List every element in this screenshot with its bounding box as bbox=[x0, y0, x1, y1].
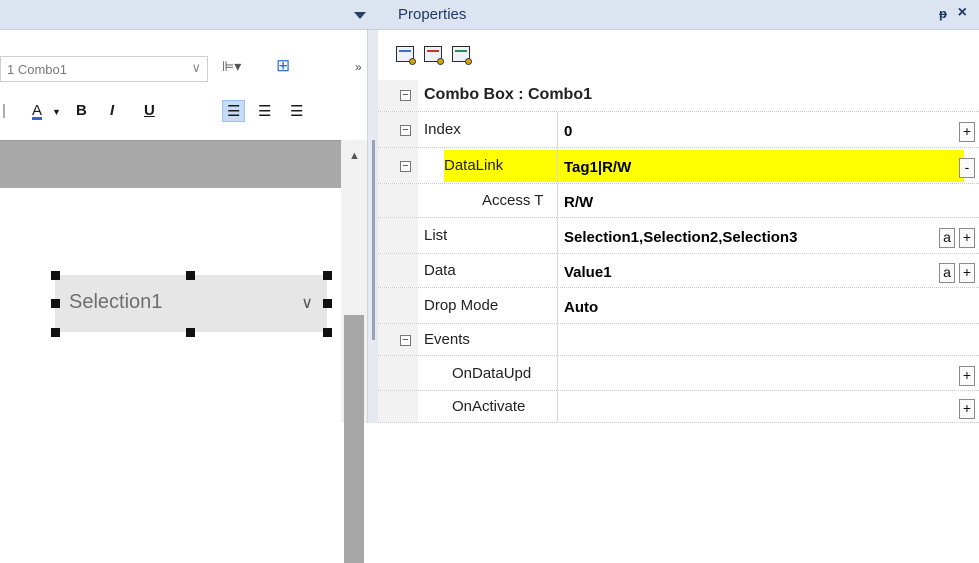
resize-handle[interactable] bbox=[51, 299, 60, 308]
property-row-list[interactable]: List Selection1,Selection2,Selection3 + a bbox=[378, 218, 979, 254]
property-row-onactivate[interactable]: OnActivate + bbox=[378, 391, 979, 423]
property-name: Access T bbox=[482, 192, 544, 209]
align-right-icon[interactable]: ☰ bbox=[290, 102, 303, 120]
canvas-ruler bbox=[0, 140, 367, 188]
pane-splitter[interactable] bbox=[367, 30, 378, 423]
properties-title: Properties bbox=[398, 6, 467, 23]
property-value[interactable]: R/W bbox=[564, 194, 593, 211]
format-toolbar: | A ▼ B I U ☰ ☰ ☰ bbox=[0, 94, 378, 134]
position-icon[interactable]: ⊞ bbox=[276, 56, 290, 76]
property-name: DataLink bbox=[444, 157, 504, 174]
bold-button[interactable]: B bbox=[76, 102, 87, 119]
italic-button[interactable]: I bbox=[110, 102, 114, 119]
add-button[interactable]: + bbox=[959, 366, 975, 386]
chevron-down-icon[interactable]: ∨ bbox=[191, 60, 201, 76]
splitter-grip[interactable] bbox=[372, 140, 375, 340]
events-view-icon[interactable] bbox=[424, 46, 444, 65]
text-edit-button[interactable]: a bbox=[939, 263, 955, 283]
chevron-down-icon[interactable]: ▼ bbox=[52, 107, 61, 117]
object-toolbar: 1 Combo1 ∨ ⊫▾ ⊞ » bbox=[0, 44, 378, 90]
property-value[interactable]: Tag1|R/W bbox=[564, 159, 631, 176]
properties-header: Properties ᵽ × bbox=[378, 0, 979, 30]
collapse-icon[interactable]: − bbox=[400, 161, 411, 172]
resize-handle[interactable] bbox=[323, 328, 332, 337]
scroll-up-icon[interactable]: ▲ bbox=[349, 150, 360, 162]
collapse-icon[interactable]: − bbox=[400, 90, 411, 101]
property-value[interactable]: Selection1,Selection2,Selection3 bbox=[564, 229, 797, 246]
property-name: Data bbox=[424, 262, 456, 279]
property-value[interactable]: Value1 bbox=[564, 264, 612, 281]
combo-box-widget[interactable]: Selection1 ∨ bbox=[55, 275, 327, 332]
chevron-down-icon[interactable] bbox=[354, 12, 366, 19]
property-name: OnDataUpd bbox=[452, 365, 532, 382]
text-edit-button[interactable]: a bbox=[939, 228, 955, 248]
overflow-icon[interactable]: » bbox=[355, 60, 362, 74]
close-icon[interactable]: × bbox=[958, 4, 967, 22]
remove-button[interactable]: - bbox=[959, 158, 975, 178]
editor-header bbox=[0, 0, 378, 30]
row-highlight bbox=[444, 150, 964, 182]
object-selector-value: 1 Combo1 bbox=[7, 62, 67, 77]
property-name: List bbox=[424, 227, 448, 244]
property-row-index[interactable]: − Index 0 + bbox=[378, 112, 979, 148]
align-icon[interactable]: ⊫▾ bbox=[222, 58, 241, 75]
align-center-icon[interactable]: ☰ bbox=[258, 102, 271, 120]
section-title: Combo Box : Combo1 bbox=[424, 86, 592, 103]
resize-handle[interactable] bbox=[323, 299, 332, 308]
advanced-view-icon[interactable] bbox=[452, 46, 472, 65]
properties-view-icon[interactable] bbox=[396, 46, 416, 65]
property-row-ondataupd[interactable]: OnDataUpd + bbox=[378, 356, 979, 391]
property-value[interactable]: Auto bbox=[564, 299, 598, 316]
property-name: Index bbox=[424, 121, 461, 138]
property-row-drop-mode[interactable]: Drop Mode Auto bbox=[378, 288, 979, 324]
property-name: Events bbox=[424, 331, 470, 348]
property-row-datalink[interactable]: − DataLink Tag1|R/W - bbox=[378, 148, 979, 184]
font-color-button[interactable]: A bbox=[32, 102, 42, 119]
vertical-scrollbar[interactable]: ▲ bbox=[341, 140, 367, 563]
resize-handle[interactable] bbox=[323, 271, 332, 280]
resize-handle[interactable] bbox=[51, 328, 60, 337]
property-name: Drop Mode bbox=[424, 297, 499, 314]
resize-handle[interactable] bbox=[186, 328, 195, 337]
add-button[interactable]: + bbox=[959, 263, 975, 283]
align-left-icon[interactable]: ☰ bbox=[222, 100, 246, 122]
object-selector[interactable]: 1 Combo1 ∨ bbox=[0, 56, 208, 82]
editor-pane: 1 Combo1 ∨ ⊫▾ ⊞ » | A ▼ B I U ☰ ☰ ☰ ▲ Se… bbox=[0, 0, 378, 563]
property-section: − Combo Box : Combo1 bbox=[378, 80, 979, 112]
property-row-data[interactable]: Data Value1 + a bbox=[378, 254, 979, 288]
resize-handle[interactable] bbox=[186, 271, 195, 280]
properties-toolbar bbox=[378, 30, 979, 80]
property-grid: − Combo Box : Combo1 − Index 0 + − DataLink Ta… bbox=[378, 80, 979, 423]
separator: | bbox=[2, 102, 6, 119]
chevron-down-icon: ∨ bbox=[301, 295, 313, 312]
property-value[interactable]: 0 bbox=[564, 123, 572, 140]
collapse-icon[interactable]: − bbox=[400, 125, 411, 136]
property-name: OnActivate bbox=[452, 398, 526, 415]
add-button[interactable]: + bbox=[959, 399, 975, 419]
properties-pane: Properties ᵽ × − Combo Box : Combo1 − Ind… bbox=[378, 0, 979, 423]
collapse-icon[interactable]: − bbox=[400, 335, 411, 346]
pin-icon[interactable]: ᵽ bbox=[939, 6, 947, 21]
property-row-events[interactable]: − Events bbox=[378, 324, 979, 356]
add-button[interactable]: + bbox=[959, 122, 975, 142]
scrollbar-thumb[interactable] bbox=[344, 315, 364, 563]
resize-handle[interactable] bbox=[51, 271, 60, 280]
property-row-access-t[interactable]: Access T R/W bbox=[378, 184, 979, 218]
underline-button[interactable]: U bbox=[144, 102, 155, 119]
combo-box-selected-value: Selection1 bbox=[69, 291, 163, 313]
add-button[interactable]: + bbox=[959, 228, 975, 248]
